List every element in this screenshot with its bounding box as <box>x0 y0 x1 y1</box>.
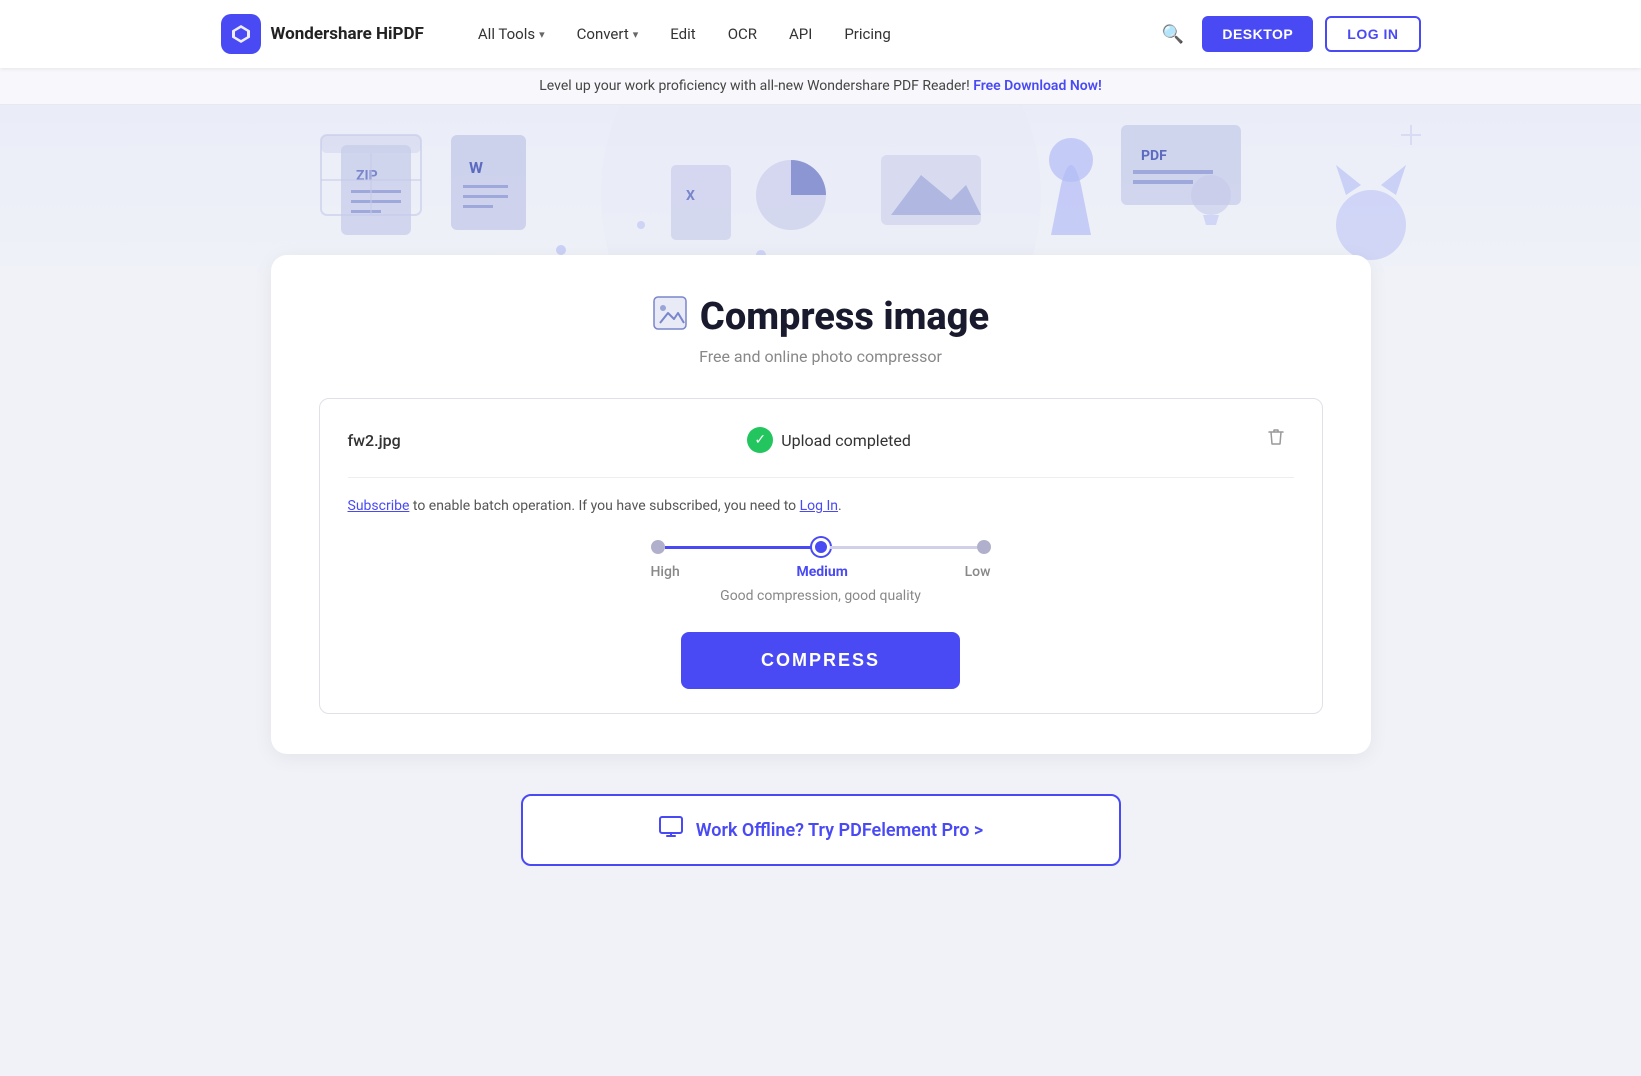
compression-description: Good compression, good quality <box>720 588 921 604</box>
check-icon: ✓ <box>747 427 773 453</box>
svg-text:ZIP: ZIP <box>356 168 378 184</box>
monitor-icon <box>658 814 684 846</box>
chevron-down-icon: ▾ <box>633 28 639 41</box>
banner-text: Level up your work proficiency with all-… <box>539 78 969 94</box>
slider-labels: High Medium Low <box>651 564 991 580</box>
page-subtitle: Free and online photo compressor <box>319 347 1323 366</box>
delete-button[interactable] <box>1258 423 1294 457</box>
slider-line-medium-low <box>830 546 977 549</box>
login-link[interactable]: Log In <box>800 498 838 514</box>
search-button[interactable]: 🔍 <box>1156 18 1190 51</box>
main-content: Compress image Free and online photo com… <box>0 285 1641 926</box>
nav-item-edit[interactable]: Edit <box>656 17 709 51</box>
chevron-down-icon: ▾ <box>539 28 545 41</box>
offline-cta-label: Work Offline? Try PDFelement Pro > <box>696 820 984 841</box>
navbar: Wondershare HiPDF All Tools ▾ Convert ▾ … <box>0 0 1641 68</box>
banner-link[interactable]: Free Download Now! <box>973 78 1102 94</box>
svg-text:PDF: PDF <box>1141 148 1167 164</box>
desktop-button[interactable]: DESKTOP <box>1202 16 1313 52</box>
page-title: Compress image <box>319 295 1323 339</box>
slider-label-low: Low <box>965 564 991 580</box>
nav-item-api[interactable]: API <box>775 17 826 51</box>
nav-item-pricing[interactable]: Pricing <box>830 17 904 51</box>
upload-status-text: Upload completed <box>781 431 911 450</box>
logo[interactable]: Wondershare HiPDF <box>221 14 424 54</box>
compression-slider-area: High Medium Low Good compression, good q… <box>348 538 1294 604</box>
nav-links: All Tools ▾ Convert ▾ Edit OCR API Prici… <box>464 17 1124 51</box>
svg-text:W: W <box>469 158 483 177</box>
logo-icon <box>221 14 261 54</box>
nav-right: 🔍 DESKTOP LOG IN <box>1156 16 1421 52</box>
slider-track[interactable] <box>651 538 991 556</box>
file-name: fw2.jpg <box>348 431 401 450</box>
nav-item-convert[interactable]: Convert ▾ <box>563 17 653 51</box>
offline-cta[interactable]: Work Offline? Try PDFelement Pro > <box>521 794 1121 866</box>
slider-medium-dot[interactable] <box>812 538 830 556</box>
subscribe-text: to enable batch operation. If you have s… <box>413 498 796 514</box>
slider-label-medium: Medium <box>796 564 847 580</box>
slider-high-dot[interactable] <box>651 540 665 554</box>
upload-header: fw2.jpg ✓ Upload completed <box>348 423 1294 478</box>
slider-line-high-medium <box>665 546 812 549</box>
subscribe-note: Subscribe to enable batch operation. If … <box>348 498 1294 514</box>
slider-label-high: High <box>651 564 680 580</box>
nav-item-ocr[interactable]: OCR <box>714 17 771 51</box>
brand-name: Wondershare HiPDF <box>271 24 424 44</box>
upload-area: fw2.jpg ✓ Upload completed Subscribe to … <box>319 398 1323 714</box>
upload-status: ✓ Upload completed <box>747 427 911 453</box>
login-button[interactable]: LOG IN <box>1325 16 1420 52</box>
svg-text:X: X <box>686 188 695 204</box>
nav-item-all-tools[interactable]: All Tools ▾ <box>464 17 559 51</box>
slider-low-dot[interactable] <box>977 540 991 554</box>
promo-banner: Level up your work proficiency with all-… <box>0 68 1641 105</box>
tool-card: Compress image Free and online photo com… <box>271 255 1371 754</box>
page-title-area: Compress image Free and online photo com… <box>319 295 1323 366</box>
compress-button[interactable]: COMPRESS <box>681 632 960 689</box>
subscribe-link[interactable]: Subscribe <box>348 498 410 514</box>
compress-image-icon <box>652 295 688 339</box>
